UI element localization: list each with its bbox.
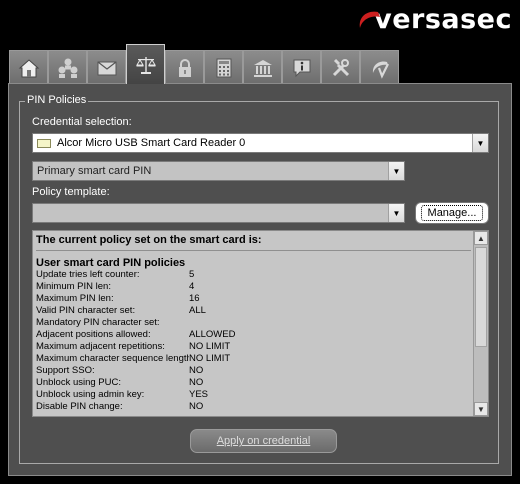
policy-value: NO — [189, 365, 204, 376]
pin-type-select-value: Primary smart card PIN — [37, 165, 152, 177]
scroll-thumb[interactable] — [475, 247, 487, 347]
policy-template-label: Policy template: — [32, 186, 110, 198]
manage-button-label: Manage... — [420, 205, 484, 221]
tab-info[interactable] — [282, 50, 321, 84]
policy-key: Maximum character sequence length: — [36, 353, 189, 364]
policy-key: Maximum PIN len: — [36, 293, 114, 304]
policy-row: Unblock using admin key: YES — [36, 389, 471, 401]
policy-value: 16 — [189, 293, 200, 304]
policy-list-heading: The current policy set on the smart card… — [36, 234, 262, 246]
policy-key: Adjacent positions allowed: — [36, 329, 151, 340]
versasec-logo: versasec — [356, 4, 512, 35]
reader-select-value: Alcor Micro USB Smart Card Reader 0 — [57, 137, 246, 149]
tab-bank[interactable] — [243, 50, 282, 84]
policy-value: ALL — [189, 305, 206, 316]
users-icon — [58, 58, 77, 78]
credential-label: Credential selection: — [32, 116, 132, 128]
policy-key: Maximum adjacent repetitions: — [36, 341, 165, 352]
policy-value: NO — [189, 401, 204, 412]
scales-icon — [135, 56, 156, 74]
mail-icon — [97, 61, 116, 75]
policy-row: Support SSO: NO — [36, 365, 471, 377]
tab-calculator[interactable] — [204, 50, 243, 84]
policy-row: Valid PIN character set: ALL — [36, 305, 471, 317]
policy-list-content: The current policy set on the smart card… — [33, 231, 474, 416]
scroll-down-button[interactable]: ▼ — [474, 402, 488, 416]
policy-row: Maximum adjacent repetitions: NO LIMIT — [36, 341, 471, 353]
tab-lock[interactable] — [165, 50, 204, 84]
policy-row: Maximum character sequence length: NO LIM… — [36, 353, 471, 365]
info-icon — [293, 59, 310, 77]
policy-row: Minimum PIN len: 4 — [36, 281, 471, 293]
reader-select[interactable]: Alcor Micro USB Smart Card Reader 0 ▼ — [32, 133, 489, 153]
chevron-down-icon[interactable]: ▼ — [388, 162, 404, 180]
bank-icon — [253, 59, 272, 77]
policy-row: Disable PIN change: NO — [36, 401, 471, 413]
tab-policies[interactable] — [126, 44, 165, 84]
chevron-down-icon[interactable]: ▼ — [388, 204, 404, 222]
policy-key: Support SSO: — [36, 365, 95, 376]
policy-key: Update tries left counter: — [36, 269, 140, 280]
tab-home[interactable] — [9, 50, 48, 84]
policy-value: 5 — [189, 269, 195, 280]
tab-mail[interactable] — [87, 50, 126, 84]
cv-icon — [372, 61, 389, 79]
policy-row: Mandatory PIN character set: — [36, 317, 471, 329]
calculator-icon — [216, 58, 231, 77]
policy-rows: Update tries left counter: 5 Minimum PIN l… — [36, 269, 471, 413]
policy-value: NO LIMIT — [189, 353, 231, 364]
tab-cv[interactable] — [360, 50, 399, 84]
pin-type-select[interactable]: Primary smart card PIN ▼ — [32, 161, 405, 181]
home-icon — [18, 58, 39, 77]
policy-value: 4 — [189, 281, 195, 292]
policy-row: Update tries left counter: 5 — [36, 269, 471, 281]
tab-tools[interactable] — [321, 50, 360, 84]
policy-row: Maximum PIN len: 16 — [36, 293, 471, 305]
policy-value: YES — [189, 389, 209, 400]
policy-value: NO LIMIT — [189, 341, 231, 352]
lock-icon — [178, 58, 191, 77]
policy-key: Unblock using PUC: — [36, 377, 122, 388]
logo-swoosh-icon — [359, 11, 381, 29]
policy-key: Mandatory PIN character set: — [36, 317, 160, 328]
policy-row: Adjacent positions allowed: ALLOWED — [36, 329, 471, 341]
policy-value: NO — [189, 377, 204, 388]
tools-icon — [332, 58, 349, 76]
policy-row: Unblock using PUC: NO — [36, 377, 471, 389]
policy-section-title: User smart card PIN policies — [36, 257, 186, 269]
manage-button[interactable]: Manage... — [415, 202, 489, 224]
card-reader-icon — [37, 138, 51, 148]
tab-users[interactable] — [48, 50, 87, 84]
scroll-up-button[interactable]: ▲ — [474, 231, 488, 245]
apply-button-label: Apply on credential — [216, 435, 311, 447]
policy-list[interactable]: The current policy set on the smart card… — [32, 230, 489, 417]
vertical-scrollbar[interactable]: ▲ ▼ — [473, 231, 488, 416]
policy-key: Disable PIN change: — [36, 401, 123, 412]
policy-key: Unblock using admin key: — [36, 389, 145, 400]
apply-on-credential-button[interactable]: Apply on credential — [190, 429, 337, 453]
policy-key: Minimum PIN len: — [36, 281, 111, 292]
divider — [36, 250, 471, 251]
group-title: PIN Policies — [25, 94, 89, 106]
policy-value: ALLOWED — [189, 329, 236, 340]
policy-key: Valid PIN character set: — [36, 305, 136, 316]
chevron-down-icon[interactable]: ▼ — [472, 134, 488, 152]
main-panel: PIN Policies Credential selection: Alcor… — [8, 83, 512, 476]
tab-bar — [9, 44, 399, 84]
policy-template-select[interactable]: ▼ — [32, 203, 405, 223]
